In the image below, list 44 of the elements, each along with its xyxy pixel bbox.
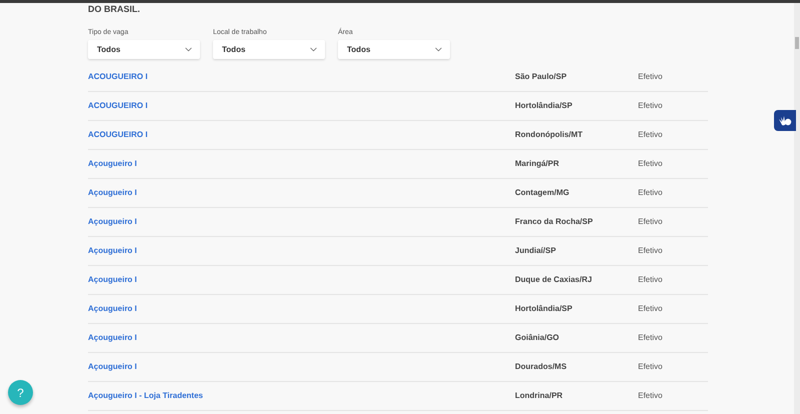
job-type: Efetivo xyxy=(638,361,662,373)
job-location: Duque de Caxias/RJ xyxy=(515,274,593,286)
job-location: Goiânia/GO xyxy=(515,332,560,344)
help-button[interactable]: ? xyxy=(8,380,33,405)
job-location: Jundiaí/SP xyxy=(515,245,557,257)
accessibility-button[interactable] xyxy=(774,110,796,131)
job-title-link[interactable]: ACOUGUEIRO I xyxy=(88,71,515,83)
job-type: Efetivo xyxy=(638,100,662,112)
job-location: Hortolândia/SP xyxy=(515,303,574,315)
job-type: Efetivo xyxy=(638,332,662,344)
job-title-link[interactable]: Açougueiro I xyxy=(88,303,515,315)
job-location: Hortolândia/SP xyxy=(515,100,574,112)
job-title-link[interactable]: ACOUGUEIRO I xyxy=(88,100,515,112)
job-type: Efetivo xyxy=(638,187,662,199)
job-type: Efetivo xyxy=(638,129,662,141)
job-title-link[interactable]: Açougueiro I xyxy=(88,245,515,257)
job-type: Efetivo xyxy=(638,245,662,257)
job-title-link[interactable]: ACOUGUEIRO I xyxy=(88,129,515,141)
job-location: Dourados/MS xyxy=(515,361,568,373)
job-type: Efetivo xyxy=(638,390,662,402)
job-type: Efetivo xyxy=(638,303,662,315)
job-location: Londrina/PR xyxy=(515,390,564,402)
job-location: Maringá/PR xyxy=(515,158,560,170)
filter-dropdown[interactable]: Todos xyxy=(88,40,200,59)
job-location: Rondonópolis/MT xyxy=(515,129,584,141)
page-heading: DO BRASIL. xyxy=(88,3,142,14)
job-title-link[interactable]: Açougueiro I xyxy=(88,274,515,286)
job-location: São Paulo/SP xyxy=(515,71,568,83)
job-title-link[interactable]: Açougueiro I xyxy=(88,361,515,373)
job-title-link[interactable]: Açougueiro I xyxy=(88,187,515,199)
job-type: Efetivo xyxy=(638,71,662,83)
job-location: Franco da Rocha/SP xyxy=(515,216,594,228)
filter-dropdown[interactable]: Todos xyxy=(213,40,325,59)
job-type: Efetivo xyxy=(638,274,662,286)
hands-icon xyxy=(778,114,792,126)
scrollbar-thumb[interactable] xyxy=(795,37,799,49)
job-title-link[interactable]: Açougueiro I xyxy=(88,332,515,344)
job-title-link[interactable]: Açougueiro I xyxy=(88,158,515,170)
filter-dropdown[interactable]: Todos xyxy=(338,40,450,59)
job-location: Contagem/MG xyxy=(515,187,570,199)
job-title-link[interactable]: Açougueiro I - Loja Tiradentes xyxy=(88,390,515,402)
job-type: Efetivo xyxy=(638,216,662,228)
job-title-link[interactable]: Açougueiro I xyxy=(88,216,515,228)
job-type: Efetivo xyxy=(638,158,662,170)
